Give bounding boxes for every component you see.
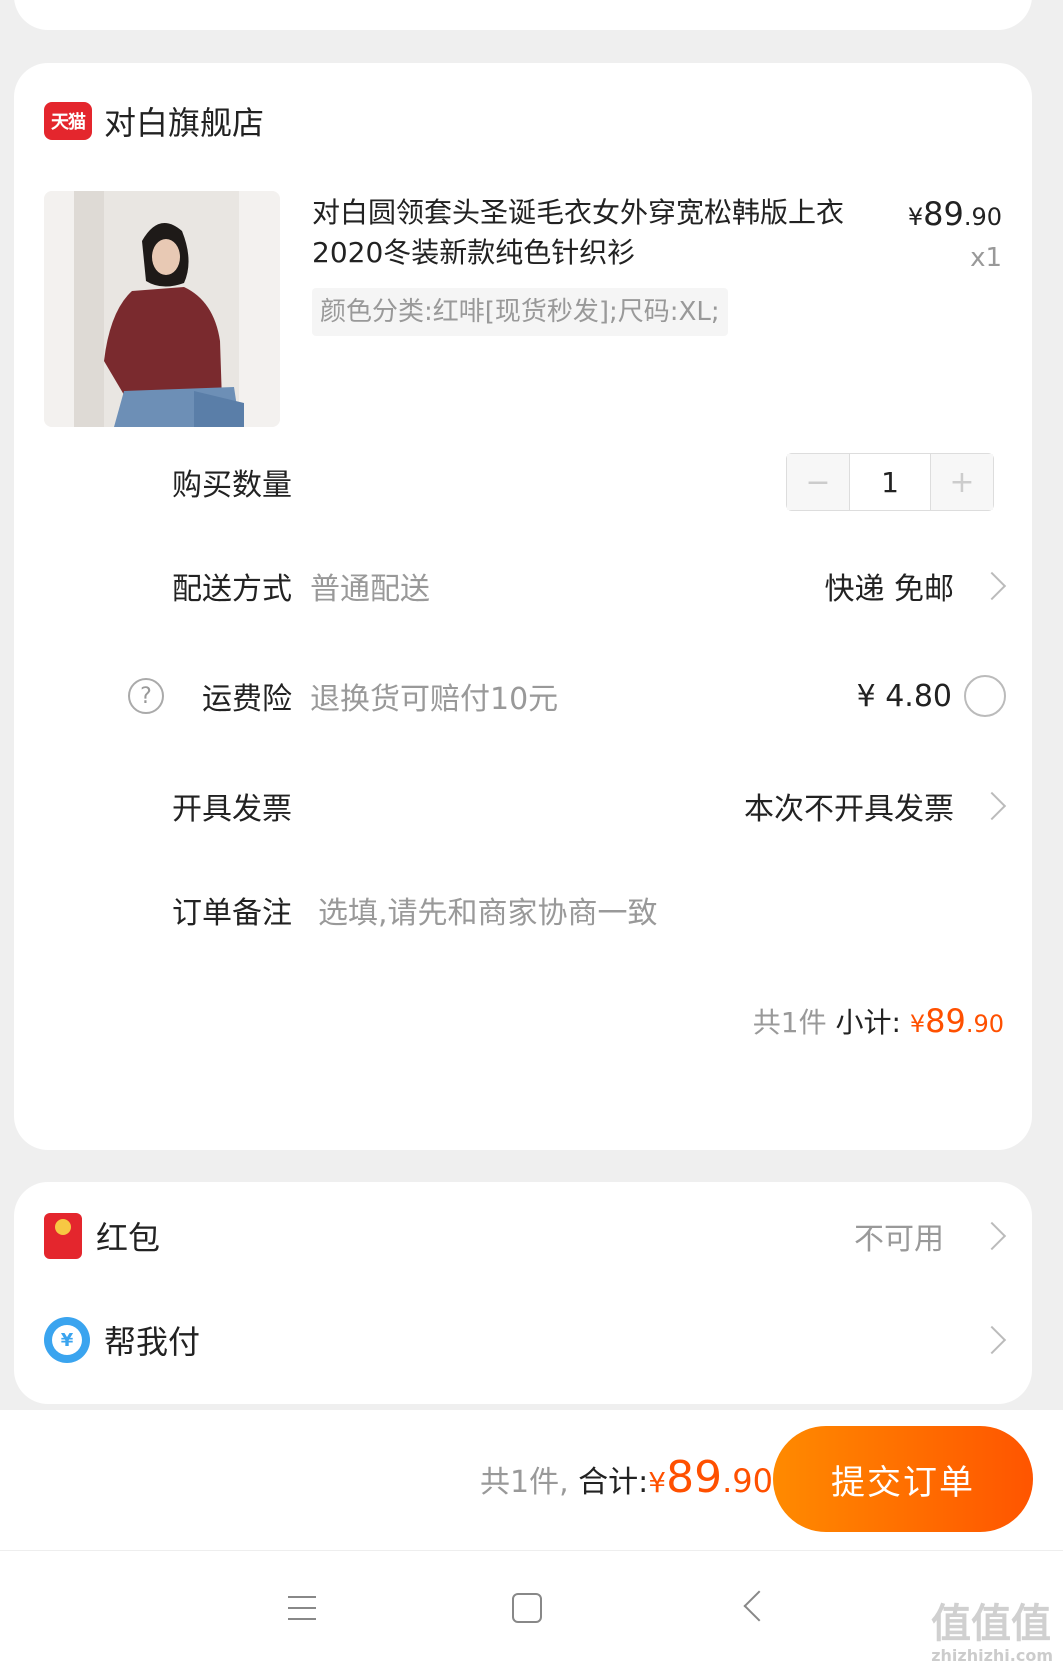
quantity-row: 购买数量 − 1 + (14, 452, 1032, 512)
insurance-label: 运费险 (202, 682, 292, 717)
checkout-bar: 共1件, 合计:¥89.90 提交订单 (0, 1410, 1063, 1550)
price-symbol: ¥ (907, 203, 924, 231)
home-icon[interactable] (512, 1593, 542, 1623)
insurance-price: ¥ 4.80 (856, 678, 952, 714)
insurance-sub: 退换货可赔付10元 (310, 682, 559, 717)
delivery-row[interactable]: 配送方式 普通配送 快递 免邮 (14, 556, 1032, 616)
product-image[interactable] (44, 191, 280, 427)
watermark-url: zhizhizhi.com (931, 1646, 1053, 1665)
subtotal-label: 小计: (835, 1006, 901, 1039)
product-price: ¥89.90 (908, 195, 1002, 233)
help-pay-label: 帮我付 (104, 1323, 201, 1361)
chevron-right-icon (977, 571, 1007, 601)
menu-icon[interactable] (288, 1596, 316, 1620)
subtotal: 共1件 小计: ¥89.90 (753, 1001, 1004, 1041)
chevron-right-icon (977, 1325, 1007, 1355)
price-integer: 89 (923, 195, 964, 233)
total-integer: 89 (666, 1452, 723, 1503)
watermark-logo: 值值值 (931, 1601, 1051, 1647)
subtotal-integer: 89 (925, 1002, 966, 1040)
hongbao-label: 红包 (96, 1219, 161, 1257)
insurance-radio[interactable] (964, 675, 1006, 717)
tmall-logo-icon: 天猫 (44, 102, 92, 140)
payment-options-card: 红包 不可用 ¥ 帮我付 (14, 1182, 1032, 1404)
total-symbol: ¥ (648, 1466, 667, 1499)
quantity-value[interactable]: 1 (849, 454, 931, 510)
quantity-stepper: − 1 + (786, 453, 994, 511)
order-total: 共1件, 合计:¥89.90 (480, 1452, 773, 1503)
delivery-sub: 普通配送 (310, 572, 430, 607)
hongbao-status: 不可用 (854, 1222, 944, 1257)
subtotal-symbol: ¥ (909, 1010, 926, 1038)
invoice-row[interactable]: 开具发票 本次不开具发票 (14, 776, 1032, 836)
chevron-right-icon (977, 791, 1007, 821)
order-note-row: 订单备注 选填,请先和商家协商一致 (14, 880, 1032, 940)
delivery-value: 快递 免邮 (824, 572, 954, 607)
total-count: 共1件, (480, 1465, 569, 1500)
chevron-right-icon (977, 1221, 1007, 1251)
shop-order-card: 天猫 对白旗舰店 对白圆领套头圣诞毛衣女外穿宽松韩版上衣2020冬装新款纯色针织… (14, 63, 1032, 1150)
increment-button[interactable]: + (931, 454, 993, 510)
note-label: 订单备注 (172, 896, 292, 931)
previous-card (14, 0, 1032, 30)
product-photo-icon (44, 191, 280, 427)
subtotal-decimal: .90 (965, 1010, 1004, 1038)
help-pay-icon: ¥ (44, 1317, 90, 1363)
shipping-insurance-row: ? 运费险 退换货可赔付10元 ¥ 4.80 (14, 666, 1032, 726)
total-decimal: .90 (722, 1462, 773, 1500)
submit-order-button[interactable]: 提交订单 (773, 1426, 1033, 1532)
hongbao-row[interactable]: 红包 不可用 (14, 1206, 1032, 1266)
shop-name[interactable]: 对白旗舰店 (104, 98, 264, 144)
yuan-icon: ¥ (52, 1325, 82, 1355)
decrement-button[interactable]: − (787, 454, 849, 510)
product-sku[interactable]: 颜色分类:红啡[现货秒发];尺码:XL; (312, 288, 728, 336)
delivery-label: 配送方式 (172, 572, 292, 607)
invoice-label: 开具发票 (172, 792, 292, 827)
order-note-input[interactable]: 选填,请先和商家协商一致 (318, 888, 658, 932)
red-packet-icon (44, 1213, 82, 1259)
system-nav-bar: 值值值 zhizhizhi.com (0, 1550, 1063, 1673)
help-me-pay-row[interactable]: ¥ 帮我付 (14, 1310, 1032, 1370)
invoice-value: 本次不开具发票 (744, 792, 954, 827)
help-icon[interactable]: ? (128, 678, 164, 714)
product-quantity: x1 (970, 243, 1002, 273)
price-decimal: .90 (963, 203, 1002, 231)
shop-header[interactable]: 天猫 对白旗舰店 (44, 99, 264, 143)
total-label: 合计: (578, 1465, 649, 1500)
quantity-label: 购买数量 (172, 468, 292, 503)
product-title[interactable]: 对白圆领套头圣诞毛衣女外穿宽松韩版上衣2020冬装新款纯色针织衫 (312, 193, 852, 273)
back-icon[interactable] (743, 1590, 775, 1622)
subtotal-count: 共1件 (752, 1006, 827, 1039)
